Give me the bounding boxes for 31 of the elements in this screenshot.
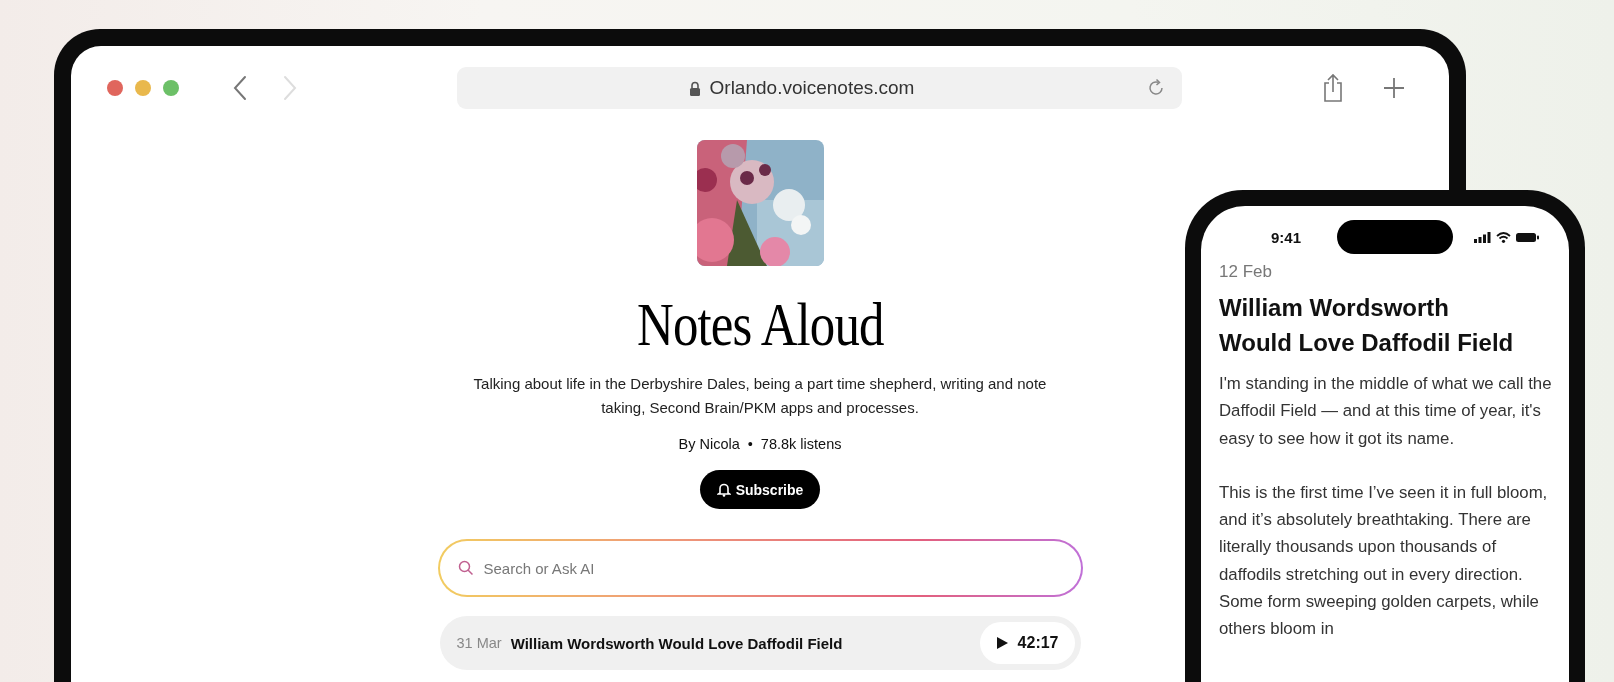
episode-date: 31 Mar: [456, 635, 502, 652]
listen-count: 78.8k listens: [760, 436, 842, 453]
bell-icon: [716, 482, 731, 498]
note-paragraph: I'm standing in the middle of what we call the Daffodil Field — and at this time of year, it's easy to see how it got its name.: [1219, 373, 1553, 450]
reload-icon[interactable]: [1146, 78, 1166, 98]
note-date: 12 Feb: [1219, 262, 1273, 282]
plus-icon[interactable]: [1383, 77, 1405, 99]
subscribe-button[interactable]: Subscribe: [699, 470, 821, 510]
signal-icon: [1474, 231, 1491, 243]
back-icon[interactable]: [233, 75, 247, 101]
note-paragraph: This is the first time I’ve seen it in full bloom, and it’s absolutely breathtaking. There are literally thousands upon thousands of daffodils stretching out in every direction. Some form sweeping golden carpets, while others bloom in: [1219, 481, 1549, 641]
author-name: By Nicola: [678, 436, 740, 453]
search-icon: [457, 560, 474, 577]
minimize-dot[interactable]: [135, 80, 151, 96]
lock-icon: [688, 80, 701, 96]
status-time: 9:41: [1271, 228, 1302, 246]
episode-title: William Wordsworth Would Love Daffodil Field: [510, 634, 843, 652]
wifi-icon: [1496, 231, 1511, 243]
note-title: William Wordsworth Would Love Daffodil Field: [1219, 293, 1515, 358]
close-dot[interactable]: [107, 80, 123, 96]
share-icon[interactable]: [1321, 73, 1345, 103]
podcast-title: Notes Aloud: [636, 290, 884, 359]
play-button[interactable]: 42:17: [979, 622, 1075, 665]
podcast-description: Talking about life in the Derbyshire Dales, being a part time shepherd, writing and note taking, Second Brain/PKM apps and processes.: [472, 374, 1048, 419]
episode-row[interactable]: 31 Mar William Wordsworth Would Love Daffodil Field 42:17: [439, 616, 1081, 671]
address-bar[interactable]: Orlando.voicenotes.com: [457, 67, 1182, 109]
play-icon: [995, 636, 1009, 651]
zoom-dot[interactable]: [163, 80, 179, 96]
search-field[interactable]: Search or Ask AI: [437, 539, 1083, 598]
battery-icon: [1516, 231, 1539, 243]
separator-dot: •: [747, 436, 753, 453]
